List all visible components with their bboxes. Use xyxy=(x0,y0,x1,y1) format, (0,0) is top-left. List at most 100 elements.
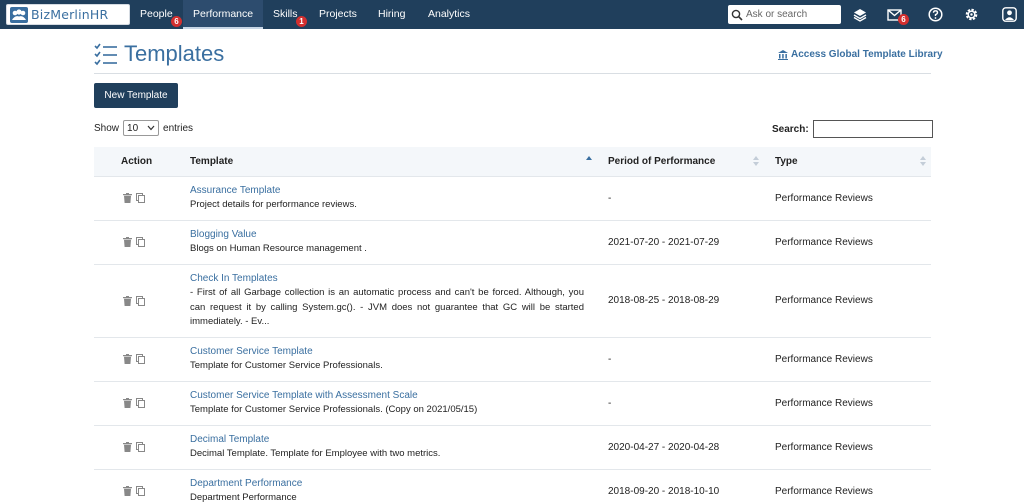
settings-icon[interactable] xyxy=(963,6,980,23)
nav-projects[interactable]: Projects xyxy=(319,0,357,29)
row-actions xyxy=(123,193,145,206)
template-link[interactable]: Customer Service Template xyxy=(190,346,584,357)
template-description: Project details for performance reviews. xyxy=(190,199,357,210)
sort-asc-icon[interactable] xyxy=(586,155,592,167)
template-link[interactable]: Customer Service Template with Assessmen… xyxy=(190,390,584,401)
table-row: Customer Service Template Template for C… xyxy=(94,337,931,381)
delete-icon[interactable] xyxy=(123,354,132,367)
template-link[interactable]: Blogging Value xyxy=(190,229,584,240)
new-template-button[interactable]: New Template xyxy=(94,83,178,108)
header-divider xyxy=(94,73,931,74)
delete-icon[interactable] xyxy=(123,193,132,206)
delete-icon[interactable] xyxy=(123,486,132,499)
copy-icon[interactable] xyxy=(136,354,145,367)
sort-icon[interactable] xyxy=(753,155,759,167)
row-actions xyxy=(123,442,145,455)
period-cell: 2018-08-25 - 2018-08-29 xyxy=(608,295,720,306)
table-row: Customer Service Template with Assessmen… xyxy=(94,381,931,425)
table-row: Department Performance Department Perfor… xyxy=(94,469,931,502)
logo-icon xyxy=(9,6,29,24)
row-actions xyxy=(123,237,145,250)
copy-icon[interactable] xyxy=(136,296,145,309)
entries-select[interactable]: 10 xyxy=(123,120,160,136)
nav-skills[interactable]: Skills xyxy=(273,0,298,29)
copy-icon[interactable] xyxy=(136,442,145,455)
entries-label: entries xyxy=(163,122,194,134)
page-title: Templates xyxy=(124,41,225,66)
chevron-down-icon xyxy=(147,125,155,131)
period-cell: - xyxy=(608,193,612,204)
table-row: Blogging Value Blogs on Human Resource m… xyxy=(94,220,931,264)
global-search[interactable] xyxy=(728,5,841,24)
type-cell: Performance Reviews xyxy=(775,486,873,497)
search-icon xyxy=(731,9,743,21)
nav-analytics-label: Analytics xyxy=(428,8,471,20)
type-cell: Performance Reviews xyxy=(775,398,873,409)
col-period[interactable]: Period of Performance xyxy=(608,147,715,176)
template-description: Department Performance xyxy=(190,492,297,502)
template-description: Decimal Template. Template for Employee … xyxy=(190,448,441,459)
logo-text: BizMerlinHR xyxy=(31,7,109,22)
col-action: Action xyxy=(121,156,153,167)
nav-people-label: People xyxy=(140,8,173,20)
global-search-input[interactable] xyxy=(746,9,836,20)
delete-icon[interactable] xyxy=(123,442,132,455)
copy-icon[interactable] xyxy=(136,398,145,411)
table-search-input[interactable] xyxy=(812,120,933,138)
help-icon[interactable] xyxy=(927,6,944,23)
skills-badge: 1 xyxy=(296,16,307,27)
show-label: Show xyxy=(94,122,120,134)
type-cell: Performance Reviews xyxy=(775,295,873,306)
nav-hiring-label: Hiring xyxy=(378,8,406,20)
sort-icon[interactable] xyxy=(920,155,926,167)
period-cell: - xyxy=(608,398,612,409)
template-link[interactable]: Department Performance xyxy=(190,478,584,489)
period-cell: 2018-09-20 - 2018-10-10 xyxy=(608,486,720,497)
template-link[interactable]: Assurance Template xyxy=(190,185,584,196)
show-entries: Show 10 entries xyxy=(94,120,193,136)
type-cell: Performance Reviews xyxy=(775,193,873,204)
delete-icon[interactable] xyxy=(123,237,132,250)
global-template-library-link[interactable]: Access Global Template Library xyxy=(778,49,943,60)
period-cell: 2021-07-20 - 2021-07-29 xyxy=(608,237,720,248)
template-description: Blogs on Human Resource management . xyxy=(190,243,367,254)
copy-icon[interactable] xyxy=(136,486,145,499)
type-cell: Performance Reviews xyxy=(775,237,873,248)
table-header: Action Template Period of Performance Ty… xyxy=(94,147,931,176)
type-cell: Performance Reviews xyxy=(775,354,873,365)
checklist-icon xyxy=(94,43,118,67)
nav-hiring[interactable]: Hiring xyxy=(378,0,405,29)
template-link[interactable]: Check In Templates xyxy=(190,273,584,284)
entries-select-value: 10 xyxy=(127,122,139,134)
delete-icon[interactable] xyxy=(123,398,132,411)
template-description: Template for Customer Service Profession… xyxy=(190,360,383,371)
global-link-label: Access Global Template Library xyxy=(791,49,943,60)
template-description: Template for Customer Service Profession… xyxy=(190,404,478,415)
table-row: Check In Templates - First of all Garbag… xyxy=(94,264,931,337)
period-cell: 2020-04-27 - 2020-04-28 xyxy=(608,442,720,453)
row-actions xyxy=(123,354,145,367)
layers-icon[interactable] xyxy=(851,6,868,23)
col-type[interactable]: Type xyxy=(775,147,798,176)
nav-skills-label: Skills xyxy=(273,8,298,20)
col-template[interactable]: Template xyxy=(190,147,233,176)
table-search-label: Search: xyxy=(772,123,809,135)
period-cell: - xyxy=(608,354,612,365)
row-actions xyxy=(123,486,145,499)
nav-performance[interactable]: Performance xyxy=(183,0,263,29)
nav-people[interactable]: People xyxy=(140,0,173,29)
top-nav: BizMerlinHR People 6 Performance Skills … xyxy=(0,0,1024,29)
row-actions xyxy=(123,296,145,309)
template-link[interactable]: Decimal Template xyxy=(190,434,584,445)
library-icon xyxy=(778,49,788,60)
user-icon[interactable] xyxy=(1001,6,1018,23)
delete-icon[interactable] xyxy=(123,296,132,309)
template-description: - First of all Garbage collection is an … xyxy=(190,287,584,327)
table-row: Decimal Template Decimal Template. Templ… xyxy=(94,425,931,469)
nav-performance-label: Performance xyxy=(193,8,254,20)
copy-icon[interactable] xyxy=(136,193,145,206)
logo[interactable]: BizMerlinHR xyxy=(6,4,130,25)
copy-icon[interactable] xyxy=(136,237,145,250)
table-search: Search: xyxy=(772,120,933,138)
nav-analytics[interactable]: Analytics xyxy=(428,0,470,29)
